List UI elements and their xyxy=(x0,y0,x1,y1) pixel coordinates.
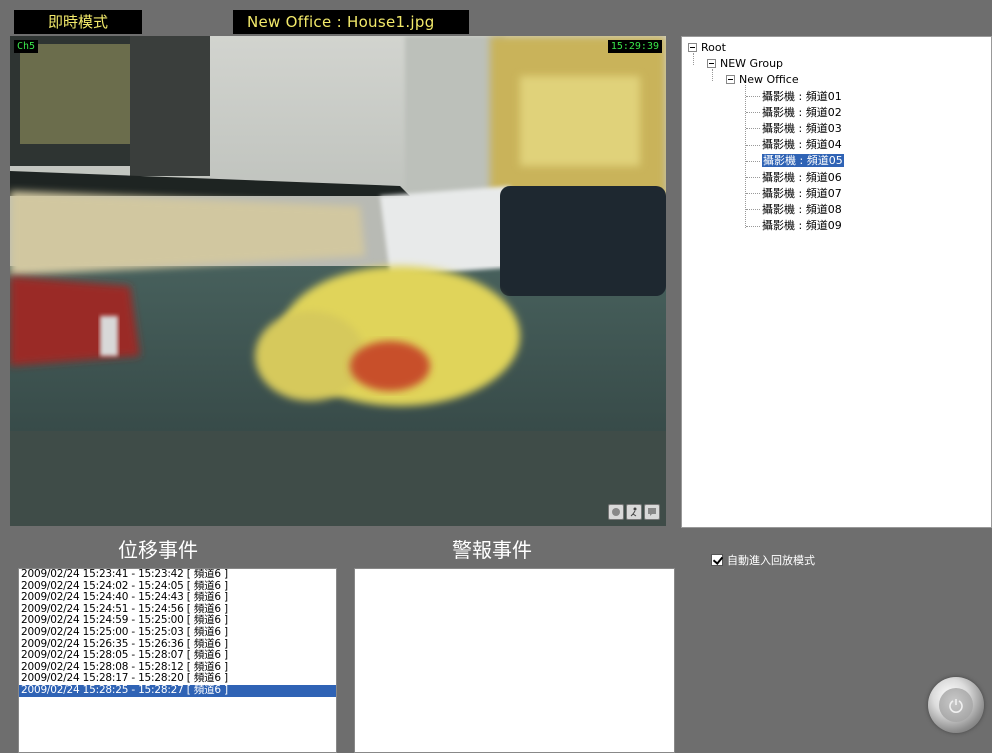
camera-frame xyxy=(10,36,666,526)
motion-icon[interactable] xyxy=(626,504,642,520)
motion-events-title: 位移事件 xyxy=(118,538,198,562)
tree-camera-03[interactable]: 攝影機 : 頻道03 xyxy=(682,121,991,137)
tree-camera-02[interactable]: 攝影機 : 頻道02 xyxy=(682,105,991,121)
motion-events-list[interactable]: 2009/02/24 15:23:41 - 15:23:42 [ 頻道6 ] 2… xyxy=(18,568,337,753)
auto-playback-label: 自動進入回放模式 xyxy=(727,554,815,567)
snapshot-icon[interactable] xyxy=(608,504,624,520)
alarm-events-list[interactable] xyxy=(354,568,675,753)
channel-badge: Ch5 xyxy=(14,40,39,53)
auto-playback-checkbox[interactable] xyxy=(711,554,723,566)
tree-node-group[interactable]: NEW Group xyxy=(682,56,991,72)
tree-camera-01[interactable]: 攝影機 : 頻道01 xyxy=(682,89,991,105)
tree-camera-05-selected[interactable]: 攝影機 : 頻道05 xyxy=(682,153,991,169)
auto-playback-option[interactable]: 自動進入回放模式 xyxy=(711,552,815,568)
power-icon xyxy=(939,688,973,722)
tree-camera-04[interactable]: 攝影機 : 頻道04 xyxy=(682,137,991,153)
collapse-icon[interactable] xyxy=(688,42,697,52)
tree-camera-09[interactable]: 攝影機 : 頻道09 xyxy=(682,218,991,234)
live-video-view[interactable]: Ch5 15:29:39 xyxy=(10,36,666,526)
file-label: New Office : House1.jpg xyxy=(233,10,469,34)
collapse-icon[interactable] xyxy=(726,74,735,84)
tree-camera-08[interactable]: 攝影機 : 頻道08 xyxy=(682,202,991,218)
mode-label: 即時模式 xyxy=(14,10,142,34)
list-item[interactable]: 2009/02/24 15:23:41 - 15:23:42 [ 頻道6 ] xyxy=(19,569,336,581)
top-bar: 即時模式 New Office : House1.jpg xyxy=(0,0,992,36)
chat-icon[interactable] xyxy=(644,504,660,520)
power-button[interactable] xyxy=(928,677,984,733)
tree-node-office[interactable]: New Office xyxy=(682,72,991,88)
list-item[interactable]: 2009/02/24 15:25:00 - 15:25:03 [ 頻道6 ] xyxy=(19,626,336,639)
video-toolbar xyxy=(608,504,660,520)
timestamp-badge: 15:29:39 xyxy=(607,40,662,53)
tree-camera-07[interactable]: 攝影機 : 頻道07 xyxy=(682,186,991,202)
list-item-selected[interactable]: 2009/02/24 15:28:25 - 15:28:27 [ 頻道6 ] xyxy=(19,684,336,697)
tree-camera-06[interactable]: 攝影機 : 頻道06 xyxy=(682,170,991,186)
list-item[interactable]: 2009/02/24 15:28:05 - 15:28:07 [ 頻道6 ] xyxy=(19,650,336,662)
device-tree: Root NEW Group New Office 攝影機 : 頻道01 攝影機… xyxy=(681,36,992,528)
collapse-icon[interactable] xyxy=(707,58,716,68)
tree-node-root[interactable]: Root xyxy=(682,40,991,56)
alarm-events-title: 警報事件 xyxy=(452,538,532,562)
